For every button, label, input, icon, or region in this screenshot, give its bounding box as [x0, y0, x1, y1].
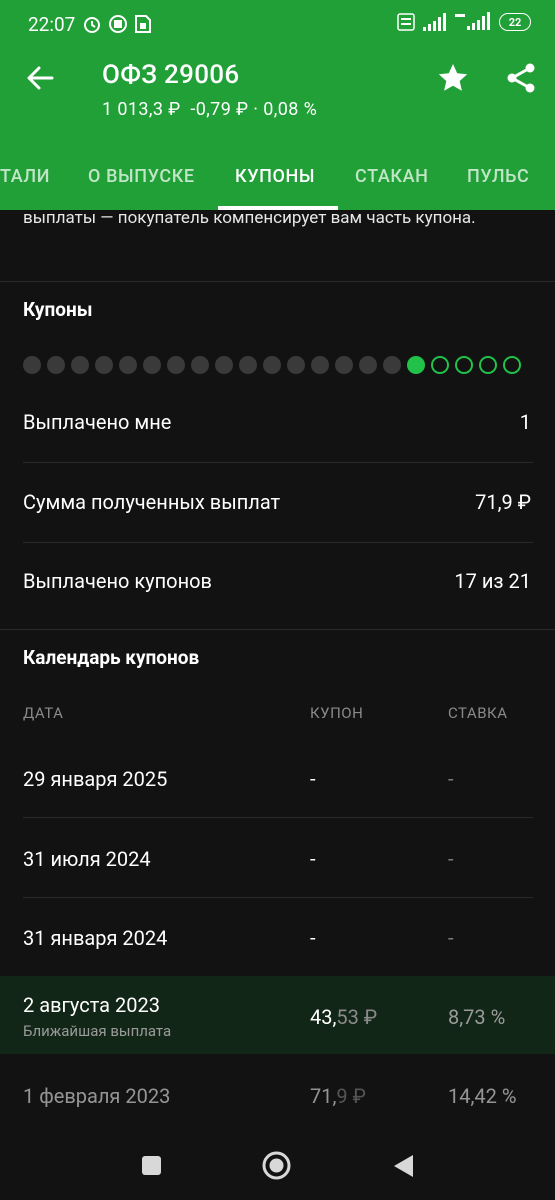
coupons-paid-label: Выплачено купонов	[23, 569, 212, 593]
coupon-dot	[431, 356, 449, 374]
favorite-star-icon[interactable]	[437, 62, 469, 94]
received-sum-value: 71,9 ₽	[475, 490, 531, 514]
status-bar: 22:07 22	[0, 0, 555, 48]
coupon-frac: 53 ₽	[336, 1005, 378, 1029]
row-divider	[23, 897, 533, 898]
col-header-rate: СТАВКА	[448, 704, 508, 722]
coupon-dot	[119, 356, 137, 374]
back-arrow-icon[interactable]	[26, 64, 54, 92]
row-coupon: -	[310, 847, 316, 871]
calendar-title: Календарь купонов	[23, 646, 200, 669]
coupon-dot	[23, 356, 41, 374]
tab-orderbook[interactable]: СТАКАН	[355, 166, 428, 187]
row-date: 31 января 2024	[23, 926, 168, 950]
battery-icon: 22	[499, 13, 531, 31]
coupon-frac: 9 ₽	[336, 1084, 366, 1108]
coupon-dot	[383, 356, 401, 374]
coupon-dot	[263, 356, 281, 374]
tab-pulse[interactable]: ПУЛЬС	[467, 166, 529, 187]
coupon-dot	[455, 356, 473, 374]
row-rate: 8,73 %	[448, 1005, 506, 1029]
home-button[interactable]	[262, 1151, 291, 1180]
header: 22:07 22 ОФЗ 29006 1 013,3 ₽ -0,79 ₽ · 0…	[0, 0, 555, 210]
current-price: 1 013,3 ₽	[102, 99, 181, 120]
main-content: выплаты — покупатель компенсирует вам ча…	[0, 210, 555, 1130]
notification-icon	[109, 15, 127, 33]
coupons-title: Купоны	[23, 298, 93, 321]
row-coupon: 43,53 ₽	[310, 1005, 377, 1029]
coupon-dot	[407, 356, 425, 374]
coupon-dot	[95, 356, 113, 374]
system-back-button[interactable]	[392, 1154, 414, 1178]
coupon-dot	[239, 356, 257, 374]
coupon-dot	[47, 356, 65, 374]
coupon-dot	[191, 356, 209, 374]
status-time: 22:07	[28, 13, 76, 36]
coupon-dot	[215, 356, 233, 374]
received-sum-label: Сумма полученных выплат	[23, 490, 281, 514]
coupon-progress-dots	[23, 356, 521, 374]
coupon-dot	[311, 356, 329, 374]
tab-details[interactable]: ТАЛИ	[0, 166, 50, 187]
signal-icon	[423, 13, 446, 31]
coupon-dot	[479, 356, 497, 374]
app-bar: ОФЗ 29006 1 013,3 ₽ -0,79 ₽ · 0,08 %	[0, 48, 555, 148]
row-date: 1 февраля 2023	[23, 1084, 171, 1108]
recents-button[interactable]	[142, 1156, 161, 1175]
row-coupon: 71,9 ₽	[310, 1084, 366, 1108]
col-header-date: ДАТА	[23, 704, 64, 722]
coupons-paid-value: 17 из 21	[454, 569, 531, 593]
tab-coupons[interactable]: КУПОНЫ	[235, 166, 315, 187]
sim-icon	[135, 15, 151, 33]
row-date: 31 июля 2024	[23, 847, 151, 871]
intro-text: выплаты — покупатель компенсирует вам ча…	[23, 210, 476, 228]
row-divider	[23, 817, 533, 818]
system-nav-bar	[0, 1130, 555, 1200]
bond-title: ОФЗ 29006	[102, 60, 240, 90]
row-rate: -	[448, 926, 454, 950]
coupon-dot	[503, 356, 521, 374]
paid-to-me-label: Выплачено мне	[23, 410, 172, 434]
coupon-dot	[287, 356, 305, 374]
row-date: 2 августа 2023	[23, 993, 160, 1017]
tab-about[interactable]: О ВЫПУСКЕ	[88, 166, 195, 187]
row-rate: -	[448, 767, 454, 791]
row-date: 29 января 2025	[23, 767, 168, 791]
price-subtitle: 1 013,3 ₽ -0,79 ₽ · 0,08 %	[102, 99, 317, 120]
coupon-int: 71,	[310, 1084, 337, 1108]
signal-4g-icon	[455, 12, 490, 30]
divider	[0, 281, 555, 282]
row-coupon: -	[310, 926, 316, 950]
nearest-payment-note: Ближайшая выплата	[23, 1022, 172, 1040]
volte-icon	[397, 13, 415, 31]
divider	[0, 629, 555, 630]
coupon-dot	[143, 356, 161, 374]
col-header-coupon: КУПОН	[310, 704, 364, 722]
coupon-dot	[335, 356, 353, 374]
tabs-bar: ТАЛИ О ВЫПУСКЕ КУПОНЫ СТАКАН ПУЛЬС	[0, 150, 555, 210]
coupon-dot	[167, 356, 185, 374]
row-coupon: -	[310, 767, 316, 791]
row-rate: 14,42 %	[448, 1084, 517, 1108]
row-divider	[23, 542, 533, 543]
share-icon[interactable]	[505, 62, 537, 94]
coupon-dot	[71, 356, 89, 374]
paid-to-me-value: 1	[519, 410, 531, 434]
status-right: 22	[397, 12, 531, 32]
row-rate: -	[448, 847, 454, 871]
row-divider	[23, 462, 533, 463]
coupon-int: 43,	[310, 1005, 337, 1029]
price-change: -0,79 ₽ · 0,08 %	[190, 99, 318, 120]
coupon-dot	[359, 356, 377, 374]
alarm-icon	[84, 17, 100, 33]
